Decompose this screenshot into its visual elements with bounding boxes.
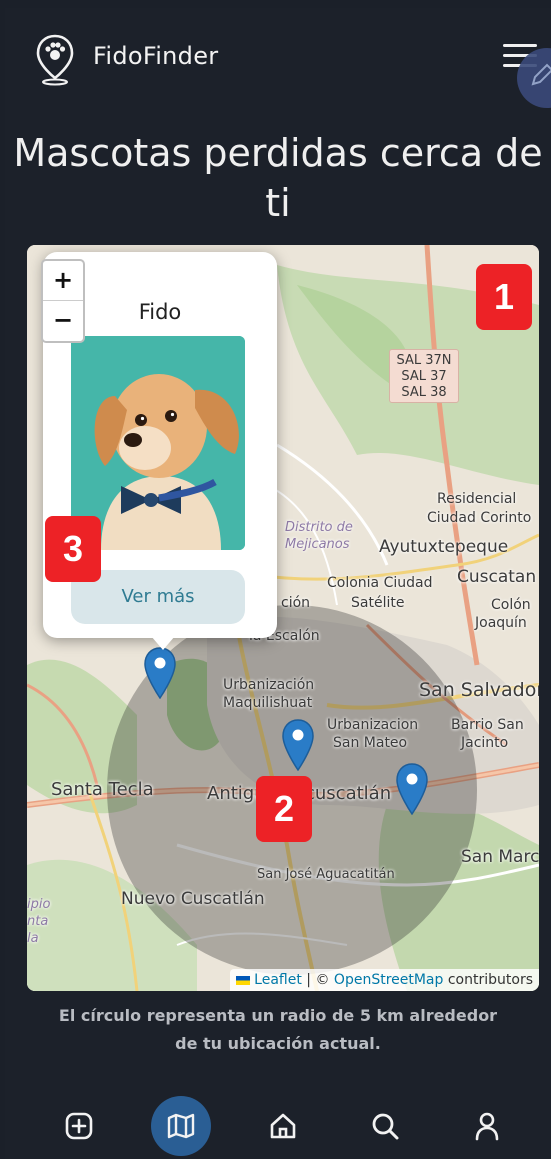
map-label: Colón [491, 597, 531, 613]
map-view[interactable]: SAL 37N SAL 37 SAL 38 Residencial Ciudad… [27, 245, 539, 991]
map-label: ipio [27, 897, 51, 912]
map-label: Satélite [351, 595, 405, 611]
popup-tip [151, 636, 175, 650]
map-label: Barrio San [451, 717, 524, 733]
map-label: Mejicanos [285, 537, 350, 552]
map-label: Nuevo Cuscatlán [121, 889, 265, 909]
attribution-separator: | © [306, 972, 330, 988]
nav-home-button[interactable] [253, 1096, 313, 1156]
callout-badge-1: 1 [476, 264, 532, 330]
pencil-icon [531, 63, 551, 86]
map-label: Urbanizacion [327, 717, 419, 733]
map-label: Jacinto [461, 735, 509, 751]
radius-caption: El círculo representa un radio de 5 km a… [58, 1006, 498, 1053]
map-attribution: Leaflet | © OpenStreetMap contributors [230, 969, 539, 991]
map-label: SAL 37N [396, 353, 452, 368]
attribution-suffix: contributors [447, 972, 533, 988]
map-label: SAL 37 [401, 369, 447, 384]
nav-profile-button[interactable] [457, 1096, 517, 1156]
map-icon [167, 1113, 195, 1139]
map-label: San Marc [461, 847, 539, 867]
map-label: cuscatlán [305, 783, 392, 804]
app-name: FidoFinder [93, 42, 219, 70]
nav-map-button[interactable] [151, 1096, 211, 1156]
map-label: San Mateo [333, 735, 408, 751]
zoom-out-button[interactable]: − [43, 301, 83, 341]
user-icon [475, 1112, 499, 1141]
map-label: San Salvador [419, 679, 539, 701]
map-label: Ayutuxtepeque [379, 537, 509, 557]
map-label: Joaquín [475, 615, 527, 631]
map-label: ción [281, 595, 311, 611]
top-bar: FidoFinder [5, 8, 551, 108]
nav-search-button[interactable] [355, 1096, 415, 1156]
add-icon [65, 1112, 93, 1140]
ukraine-flag-icon [236, 975, 251, 985]
map-label: SAL 38 [401, 385, 447, 400]
road-shield: SAL 37N SAL 37 SAL 38 [389, 349, 459, 403]
pet-location-marker[interactable] [143, 647, 177, 699]
page-title: Mascotas perdidas cerca de ti [13, 131, 543, 225]
map-label: Ciudad Corinto [427, 510, 532, 526]
callout-badge-2: 2 [256, 776, 312, 842]
map-label: Urbanización [223, 677, 315, 693]
map-label: Distrito de [285, 520, 353, 535]
map-label: Residencial [437, 491, 517, 507]
nav-add-button[interactable] [49, 1096, 109, 1156]
leaflet-link[interactable]: Leaflet [254, 972, 302, 988]
pet-location-marker[interactable] [395, 763, 429, 815]
zoom-control: + − [41, 259, 85, 343]
map-label: Cuscatan [457, 567, 537, 587]
paw-pin-logo-icon[interactable] [35, 34, 75, 86]
map-label: Maquilishuat [223, 695, 313, 711]
osm-link[interactable]: OpenStreetMap [334, 972, 443, 988]
zoom-in-button[interactable]: + [43, 261, 83, 301]
callout-badge-3: 3 [45, 516, 101, 582]
map-label: Colonia Ciudad [327, 575, 433, 591]
bottom-nav [5, 1088, 551, 1159]
map-label: nta [27, 914, 49, 929]
app-screen: FidoFinder Mascotas perdidas cerca de ti [5, 8, 551, 1159]
map-label: San José Aguacatitán [257, 867, 395, 882]
map-label: la [27, 931, 39, 946]
search-icon [372, 1113, 399, 1140]
pet-location-marker[interactable] [281, 719, 315, 771]
home-icon [270, 1113, 296, 1139]
map-label: Santa Tecla [51, 779, 154, 800]
